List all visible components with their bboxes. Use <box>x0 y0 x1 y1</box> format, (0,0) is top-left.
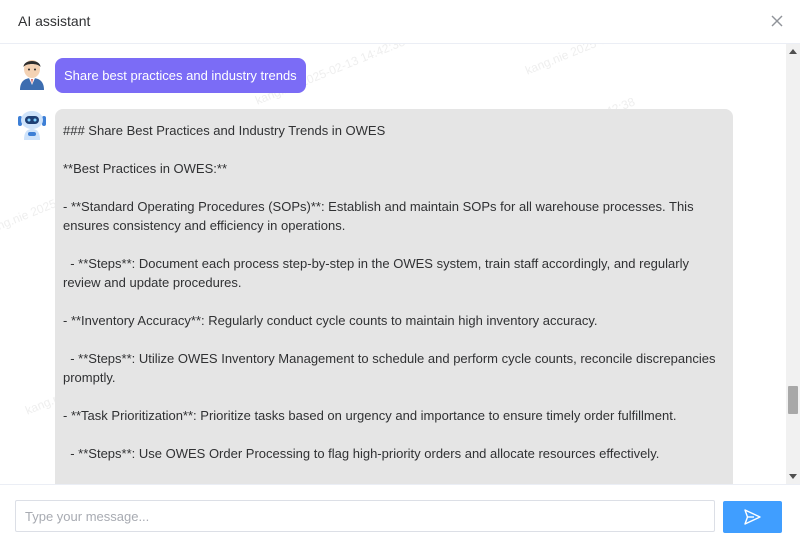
scroll-up-arrow-icon[interactable] <box>789 49 797 54</box>
scrollbar-thumb[interactable] <box>788 386 798 414</box>
message-input[interactable] <box>15 500 715 532</box>
composer <box>0 484 800 549</box>
scroll-down-arrow-icon[interactable] <box>789 474 797 479</box>
ai-message-line: ### Share Best Practices and Industry Tr… <box>63 123 386 138</box>
send-button[interactable] <box>723 501 782 533</box>
send-icon <box>744 509 761 525</box>
user-avatar <box>14 54 50 90</box>
ai-message-line: - **Task Prioritization**: Prioritize ta… <box>63 408 677 423</box>
chat-messages[interactable]: kang.nie 2025-02-13 14:42:38 kang.nie 20… <box>0 44 786 484</box>
ai-avatar <box>14 106 50 142</box>
ai-message-line: - **Steps**: Document each process step-… <box>63 256 693 290</box>
dialog-header: AI assistant <box>0 0 800 44</box>
ai-message-line: **Best Practices in OWES:** <box>63 161 227 176</box>
user-message-bubble: Share best practices and industry trends <box>55 58 306 93</box>
chat-scrollbar[interactable] <box>786 44 800 484</box>
ai-message-bubble: ### Share Best Practices and Industry Tr… <box>55 109 733 484</box>
close-icon[interactable] <box>768 12 786 30</box>
dialog-title: AI assistant <box>18 13 91 29</box>
ai-message-line: - **Steps**: Use OWES Order Processing t… <box>63 446 660 461</box>
ai-message-line: - **Steps**: Utilize OWES Inventory Mana… <box>63 351 720 385</box>
watermark: kang.nie 2025-02-13 14:42:38 <box>523 44 677 77</box>
ai-message-line: - **Inventory Accuracy**: Regularly cond… <box>63 313 598 328</box>
ai-message-line: - **Standard Operating Procedures (SOPs)… <box>63 199 698 233</box>
